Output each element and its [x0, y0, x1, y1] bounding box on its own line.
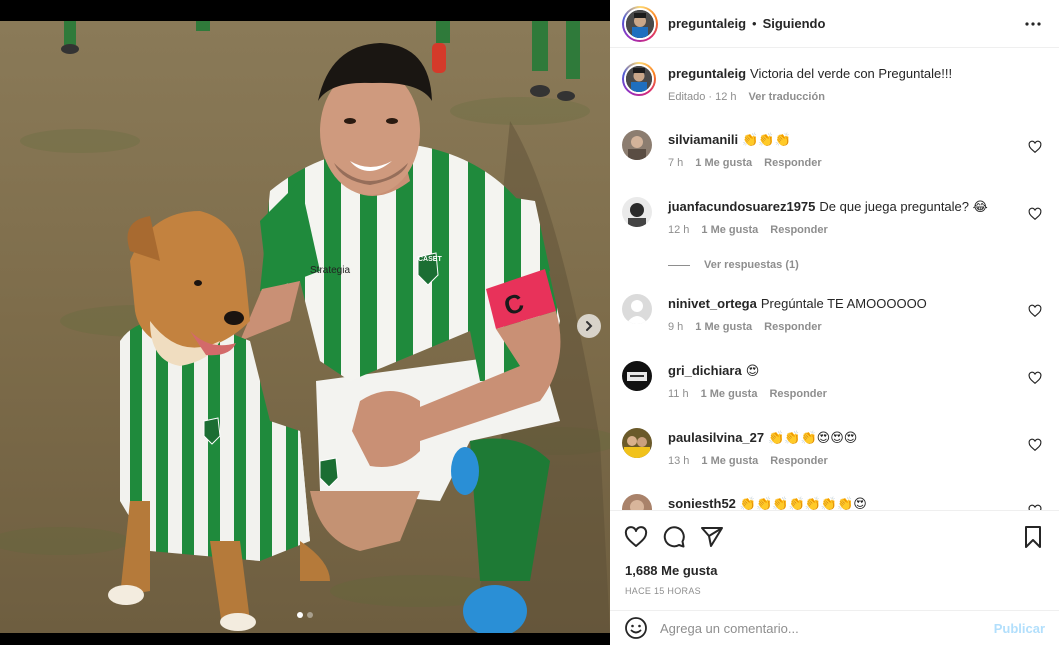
caption-text: Victoria del verde con Preguntale!!!	[750, 66, 953, 81]
view-replies-label: Ver respuestas (1)	[704, 259, 799, 271]
reply-button[interactable]: Responder	[769, 388, 826, 400]
header-separator: •	[752, 16, 757, 31]
jersey-text: CASET	[418, 256, 442, 263]
comment-text: Pregúntale TE AMOOOOOO	[760, 296, 927, 311]
comment-composer: Publicar	[610, 610, 1059, 645]
reply-button[interactable]: Responder	[770, 455, 827, 467]
carousel-dot	[297, 612, 303, 618]
comment-input[interactable]	[660, 620, 980, 636]
caption-avatar[interactable]	[622, 62, 656, 96]
heart-icon[interactable]	[1028, 140, 1042, 154]
post-actions: 1,688 Me gusta HACE 15 HORAS	[610, 510, 1059, 610]
post-photo[interactable]: Strategia CASET C	[0, 21, 610, 633]
comment-avatar[interactable]	[622, 294, 652, 324]
comment-icon	[663, 526, 685, 548]
carousel-next-button[interactable]	[577, 314, 601, 338]
comment-avatar[interactable]	[622, 361, 652, 391]
following-button[interactable]: Siguiendo	[763, 16, 826, 31]
comment-avatar[interactable]	[622, 130, 652, 160]
comment-text: 👏👏👏😍😍😍	[768, 430, 858, 445]
heart-icon	[624, 526, 648, 547]
publish-button[interactable]: Publicar	[994, 621, 1045, 636]
translate-link[interactable]: Ver traducción	[749, 91, 825, 103]
comment-time: 12 h	[668, 224, 690, 236]
post-side-panel: preguntaleig • Siguiendo preguntaleig Vic…	[610, 0, 1059, 645]
share-button[interactable]	[700, 525, 724, 549]
comment-username[interactable]: gri_dichiara	[668, 363, 742, 378]
comment-text: 😍	[745, 363, 760, 378]
comment-likes[interactable]: 1 Me gusta	[701, 455, 758, 467]
comment-avatar[interactable]	[622, 494, 652, 510]
heart-icon[interactable]	[1028, 371, 1042, 385]
comment-text: 👏👏👏	[742, 132, 791, 147]
comment-likes[interactable]: 1 Me gusta	[695, 157, 752, 169]
more-icon	[1025, 22, 1041, 26]
comment-username[interactable]: paulasilvina_27	[668, 430, 764, 445]
comment-username[interactable]: soniesth52	[668, 496, 736, 510]
author-username[interactable]: preguntaleig	[668, 16, 746, 31]
post-timestamp: HACE 15 HORAS	[625, 586, 701, 596]
comment-time: 9 h	[668, 321, 684, 333]
comment-time: 11 h	[668, 388, 689, 400]
carousel-dot	[307, 612, 313, 618]
comment-likes[interactable]: 1 Me gusta	[701, 388, 758, 400]
comments-list[interactable]: preguntaleig Victoria del verde con Pregu…	[610, 52, 1059, 510]
likes-count[interactable]: 1,688 Me gusta	[625, 563, 718, 578]
view-replies-button[interactable]: Ver respuestas (1)	[668, 259, 799, 271]
caption-username[interactable]: preguntaleig	[668, 66, 746, 81]
comment-username[interactable]: silviamanili	[668, 132, 738, 147]
comment-button[interactable]	[662, 525, 686, 549]
share-icon	[701, 527, 723, 547]
heart-icon[interactable]	[1028, 304, 1042, 318]
comment-username[interactable]: juanfacundosuarez1975	[668, 199, 815, 214]
chevron-right-icon	[586, 321, 593, 331]
sponsor-text: Strategia	[310, 265, 350, 276]
heart-icon[interactable]	[1028, 438, 1042, 452]
carousel-dots	[0, 612, 610, 618]
comment-avatar[interactable]	[622, 428, 652, 458]
reply-button[interactable]: Responder	[764, 321, 821, 333]
comment-time: 7 h	[668, 157, 684, 169]
caption-edited: Editado · 12 h	[668, 91, 737, 103]
reply-button[interactable]: Responder	[764, 157, 821, 169]
more-options-button[interactable]	[1021, 12, 1045, 36]
comment-avatar[interactable]	[622, 197, 652, 227]
save-icon	[1025, 526, 1041, 548]
comment-text: 👏👏👏👏👏👏👏😍	[739, 496, 867, 510]
comment-time: 13 h	[668, 455, 690, 467]
save-button[interactable]	[1021, 525, 1045, 549]
comment-username[interactable]: ninivet_ortega	[668, 296, 757, 311]
like-button[interactable]	[624, 525, 648, 549]
comment-likes[interactable]: 1 Me gusta	[695, 321, 752, 333]
comment-text: De que juega preguntale? 😂	[819, 199, 988, 214]
post-media: Strategia CASET C	[0, 0, 610, 645]
emoji-icon[interactable]	[624, 616, 648, 640]
reply-button[interactable]: Responder	[770, 224, 827, 236]
post-header: preguntaleig • Siguiendo	[610, 0, 1059, 48]
comment-likes[interactable]: 1 Me gusta	[701, 224, 758, 236]
author-avatar[interactable]	[622, 5, 658, 42]
heart-icon[interactable]	[1028, 207, 1042, 221]
